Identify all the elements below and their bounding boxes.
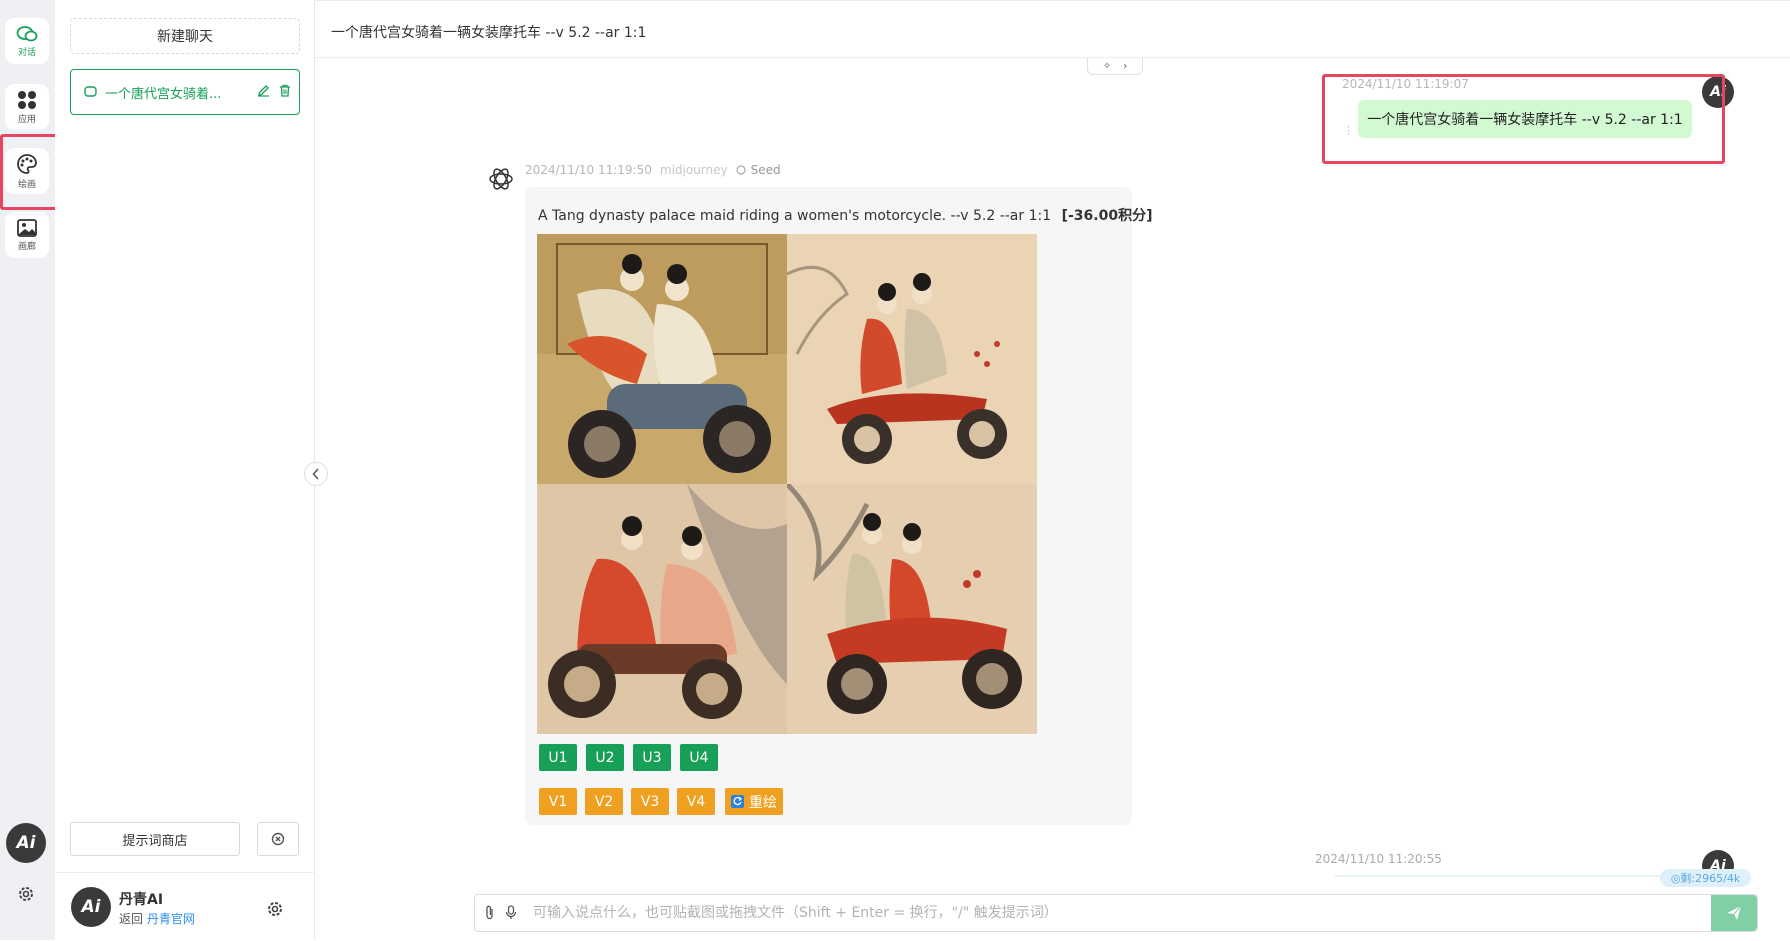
paperclip-icon [486, 905, 493, 920]
rail-item-draw[interactable]: 绘画 [5, 148, 49, 194]
rail-item-label: 绘画 [17, 179, 36, 190]
rail-settings-button[interactable] [14, 882, 38, 906]
ai-message-time: 2024/11/10 11:19:50 [525, 163, 652, 177]
generation-prompt: A Tang dynasty palace maid riding a wome… [538, 205, 1152, 225]
chat-title: 一个唐代宫女骑着一辆女装摩托车 --v 5.2 --ar 1:1 [331, 25, 647, 41]
redraw-label: 重绘 [749, 794, 777, 811]
cost-label: [-36.00积分] [1061, 208, 1153, 224]
return-label: 返回 [119, 912, 144, 926]
toolbar-toggle[interactable]: ✧ › [1087, 58, 1143, 75]
user-avatar: Ai [1702, 76, 1734, 108]
user-card: Ai 丹青AI 返回 丹青官网 [55, 872, 314, 941]
conversation-sidebar: 新建聊天 一个唐代宫女骑着... 提示词商店 Ai 丹青AI 返回 丹青官网 [55, 0, 315, 940]
generated-image-2 [787, 234, 1037, 484]
upscale-button-4[interactable]: U4 [680, 744, 718, 771]
variation-button-4[interactable]: V4 [677, 788, 715, 815]
gear-icon [19, 887, 33, 901]
seed-button[interactable]: Seed [736, 163, 781, 177]
gear-icon [268, 902, 282, 916]
variation-button-1[interactable]: V1 [539, 788, 577, 815]
seed-label: Seed [750, 163, 781, 177]
rail-item-apps[interactable]: 应用 [5, 84, 49, 130]
prompt-store-button[interactable]: 提示词商店 [70, 822, 240, 856]
prompt-text: A Tang dynasty palace maid riding a wome… [538, 208, 1052, 224]
chevron-right-icon: › [1123, 60, 1128, 72]
voice-button[interactable] [505, 905, 517, 924]
ai-avatar [487, 165, 515, 193]
variation-button-3[interactable]: V3 [631, 788, 669, 815]
pencil-icon [258, 84, 269, 97]
upscale-button-3[interactable]: U3 [633, 744, 671, 771]
trash-icon [280, 84, 290, 97]
new-chat-label: 新建聊天 [157, 29, 213, 45]
conversation-item[interactable]: 一个唐代宫女骑着... [70, 69, 300, 115]
more-options-icon[interactable]: ⋮ [1343, 124, 1354, 137]
app-rail: 对话 应用 绘画 画廊 Ai [0, 0, 55, 940]
avatar: Ai [71, 887, 111, 927]
close-circle-icon [271, 832, 285, 846]
refresh-icon [731, 795, 744, 808]
prompt-store-label: 提示词商店 [122, 833, 188, 849]
sparkle-icon: ✧ [1102, 60, 1112, 72]
user-subline: 返回 丹青官网 [119, 910, 195, 927]
ai-message-card: A Tang dynasty palace maid riding a wome… [525, 187, 1152, 825]
chat-bubble-icon [84, 86, 97, 97]
ai-message-meta: 2024/11/10 11:19:50 midjourney Seed [525, 163, 781, 177]
chevron-left-icon [312, 468, 319, 480]
user-settings-button[interactable] [263, 897, 287, 921]
circle-icon [736, 165, 746, 175]
user-message-bubble: 一个唐代宫女骑着一辆女装摩托车 --v 5.2 --ar 1:1 [1358, 100, 1692, 138]
upscale-button-1[interactable]: U1 [539, 744, 577, 771]
send-button[interactable] [1711, 895, 1757, 931]
microphone-icon [505, 905, 517, 919]
new-chat-button[interactable]: 新建聊天 [70, 18, 300, 54]
generated-image-4 [787, 484, 1037, 734]
rail-item-chat[interactable]: 对话 [5, 18, 49, 64]
pending-progress-line [1335, 875, 1675, 877]
redraw-button[interactable]: 重绘 [725, 788, 783, 815]
message-input-bar [474, 894, 1758, 932]
palette-icon [17, 153, 37, 174]
delete-conversation-button[interactable] [279, 84, 291, 101]
image-gallery-icon [17, 218, 37, 237]
pending-message-time: 2024/11/10 11:20:55 [1315, 852, 1442, 866]
conversation-title: 一个唐代宫女骑着... [105, 86, 222, 102]
user-message-text: 一个唐代宫女骑着一辆女装摩托车 --v 5.2 --ar 1:1 [1367, 112, 1683, 128]
user-name: 丹青AI [119, 892, 164, 908]
chat-bubbles-icon [16, 25, 38, 41]
app-logo-text: Ai [16, 833, 36, 853]
apps-grid-icon [18, 90, 36, 109]
upscale-button-2[interactable]: U2 [586, 744, 624, 771]
official-site-link[interactable]: 丹青官网 [147, 912, 195, 926]
rail-item-label: 应用 [17, 114, 36, 125]
app-logo: Ai [6, 823, 46, 863]
rail-item-gallery[interactable]: 画廊 [5, 212, 49, 258]
clear-button[interactable] [257, 822, 299, 856]
variation-button-2[interactable]: V2 [585, 788, 623, 815]
avatar-text: Ai [81, 897, 101, 917]
token-counter-badge: ◎剩:2965/4k [1660, 869, 1751, 887]
generated-image-1 [537, 234, 787, 484]
user-message-time: 2024/11/10 11:19:07 [1342, 77, 1469, 91]
openai-logo-icon [489, 168, 513, 190]
model-name: midjourney [659, 163, 728, 177]
edit-conversation-button[interactable] [257, 84, 270, 101]
rail-item-label: 对话 [17, 47, 36, 58]
attach-button[interactable] [484, 905, 496, 924]
user-avatar-text: Ai [1710, 84, 1726, 100]
send-icon [1727, 905, 1742, 920]
message-input[interactable] [531, 895, 1675, 931]
collapse-sidebar-button[interactable] [304, 462, 328, 486]
rail-item-label: 画廊 [17, 241, 36, 252]
generated-image-grid[interactable] [537, 234, 1037, 734]
generated-image-3 [537, 484, 787, 734]
chat-header: 一个唐代宫女骑着一辆女装摩托车 --v 5.2 --ar 1:1 [315, 0, 1790, 58]
